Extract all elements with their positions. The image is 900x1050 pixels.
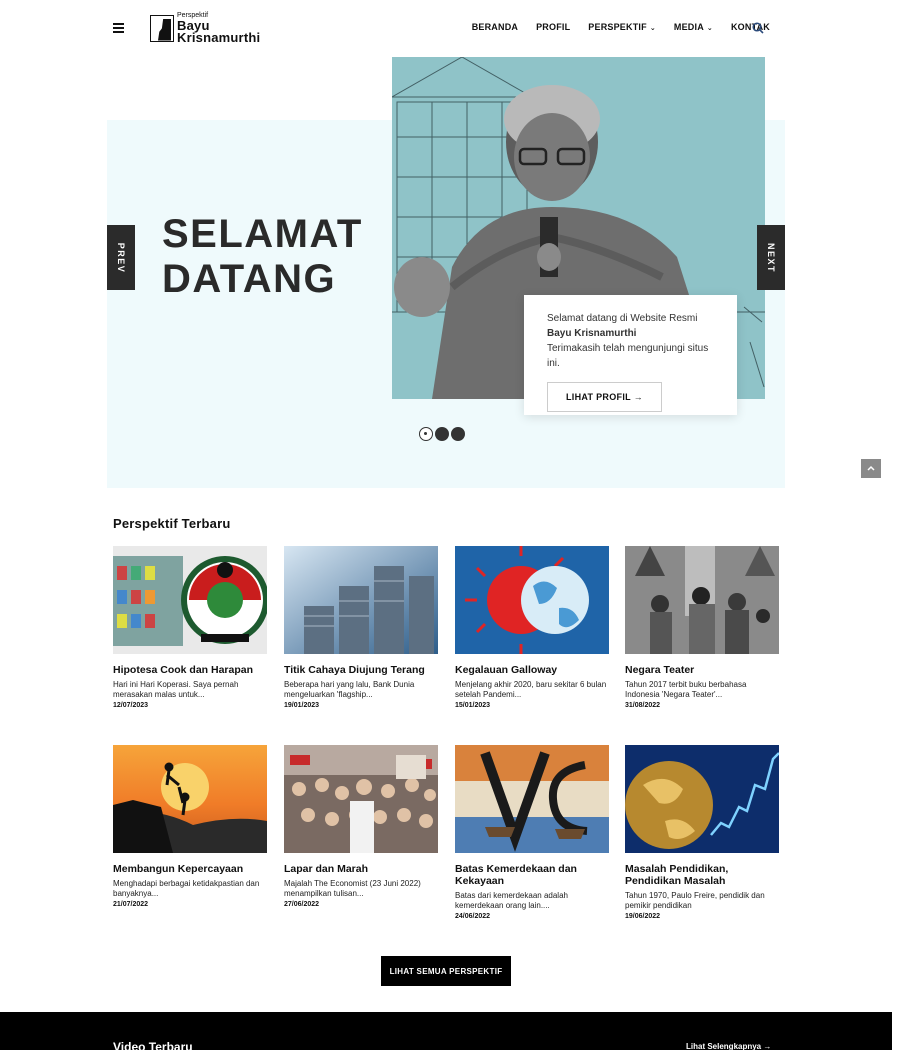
hero-welcome-card: Selamat datang di Website Resmi Bayu Kri… <box>524 295 737 415</box>
article-card: Negara Teater Tahun 2017 terbit buku ber… <box>625 546 779 709</box>
chevron-down-icon: ⌄ <box>706 25 713 32</box>
chevron-up-icon <box>867 465 875 471</box>
article-date: 12/07/2023 <box>113 702 149 709</box>
welcome-text: Selamat datang di Website Resmi <box>547 313 698 324</box>
slider-dot-1[interactable] <box>419 427 433 441</box>
article-excerpt: Menghadapi berbagai ketidakpastian dan b… <box>113 879 260 898</box>
article-excerpt: Batas dari kemerdekaan adalah kemerdekaa… <box>455 891 568 910</box>
prev-slide-button[interactable]: PREV <box>107 225 135 290</box>
view-profile-button[interactable]: LIHAT PROFIL → <box>547 382 662 412</box>
article-title[interactable]: Batas Kemerdekaan dan Kekayaan <box>455 863 609 887</box>
article-excerpt: Menjelang akhir 2020, baru sekitar 6 bul… <box>455 680 607 699</box>
article-title[interactable]: Masalah Pendidikan, Pendidikan Masalah <box>625 863 779 887</box>
article-title[interactable]: Hipotesa Cook dan Harapan <box>113 664 267 676</box>
logo-silhouette-icon <box>150 14 174 42</box>
slider-dot-3[interactable] <box>451 427 465 441</box>
menu-icon[interactable] <box>113 23 124 33</box>
article-card: Membangun Kepercayaan Menghadapi berbaga… <box>113 745 267 908</box>
article-title[interactable]: Membangun Kepercayaan <box>113 863 267 875</box>
article-date: 21/07/2022 <box>113 901 149 908</box>
video-section-title: Video Terbaru <box>113 1040 193 1050</box>
back-to-top-button[interactable] <box>861 459 881 478</box>
video-section: Video Terbaru Lihat Selengkapnya → <box>0 1012 892 1050</box>
site-logo[interactable]: Perspektif Bayu Krisnamurthi <box>150 12 260 44</box>
article-card: Masalah Pendidikan, Pendidikan Masalah T… <box>625 745 779 920</box>
nav-media[interactable]: MEDIA ⌄ <box>674 22 713 32</box>
article-thumbnail[interactable] <box>284 745 438 853</box>
slider-dots <box>419 427 465 441</box>
article-excerpt: Tahun 2017 terbit buku berbahasa Indones… <box>625 680 747 699</box>
article-date: 31/08/2022 <box>625 702 661 709</box>
welcome-name: Bayu Krisnamurthi <box>547 328 637 339</box>
article-date: 15/01/2023 <box>455 702 491 709</box>
article-title[interactable]: Kegalauan Galloway <box>455 664 609 676</box>
nav-beranda[interactable]: BERANDA <box>472 22 518 32</box>
logo-line2: Krisnamurthi <box>177 30 261 45</box>
see-more-link[interactable]: Lihat Selengkapnya → <box>686 1042 771 1050</box>
article-thumbnail[interactable] <box>455 546 609 654</box>
article-thumbnail[interactable] <box>113 546 267 654</box>
article-title[interactable]: Titik Cahaya Diujung Terang <box>284 664 438 676</box>
welcome-thanks: Terimakasih telah mengunjungi situs ini. <box>547 343 709 369</box>
article-date: 19/01/2023 <box>284 702 320 709</box>
article-thumbnail[interactable] <box>455 745 609 853</box>
article-thumbnail[interactable] <box>625 745 779 853</box>
slider-dot-2[interactable] <box>435 427 449 441</box>
article-thumbnail[interactable] <box>284 546 438 654</box>
article-excerpt: Hari ini Hari Koperasi. Saya pernah mera… <box>113 680 239 699</box>
main-nav: BERANDA PROFIL PERSPEKTIF ⌄ MEDIA ⌄ KONTAK <box>454 22 770 32</box>
article-card: Kegalauan Galloway Menjelang akhir 2020,… <box>455 546 609 709</box>
article-thumbnail[interactable] <box>625 546 779 654</box>
article-date: 27/06/2022 <box>284 901 320 908</box>
site-header: Perspektif Bayu Krisnamurthi BERANDA PRO… <box>0 0 900 56</box>
article-date: 19/06/2022 <box>625 913 661 920</box>
article-thumbnail[interactable] <box>113 745 267 853</box>
article-title[interactable]: Lapar dan Marah <box>284 863 438 875</box>
hero-title: SELAMAT DATANG <box>162 212 363 301</box>
article-excerpt: Tahun 1970, Paulo Freire, pendidik dan p… <box>625 891 765 910</box>
article-date: 24/06/2022 <box>455 913 491 920</box>
nav-profil[interactable]: PROFIL <box>536 22 570 32</box>
article-card: Batas Kemerdekaan dan Kekayaan Batas dar… <box>455 745 609 920</box>
search-icon[interactable] <box>752 22 764 34</box>
nav-kontak[interactable]: KONTAK <box>731 22 770 32</box>
section-title: Perspektif Terbaru <box>113 516 231 531</box>
article-card: Hipotesa Cook dan Harapan Hari ini Hari … <box>113 546 267 709</box>
article-card: Titik Cahaya Diujung Terang Beberapa har… <box>284 546 438 709</box>
logo-text: Perspektif Bayu Krisnamurthi <box>177 12 260 44</box>
chevron-down-icon: ⌄ <box>649 25 656 32</box>
article-excerpt: Beberapa hari yang lalu, Bank Dunia meng… <box>284 680 415 699</box>
nav-perspektif[interactable]: PERSPEKTIF ⌄ <box>588 22 656 32</box>
view-all-perspectives-button[interactable]: LIHAT SEMUA PERSPEKTIF <box>381 956 511 986</box>
article-excerpt: Majalah The Economist (23 Juni 2022) men… <box>284 879 421 898</box>
article-card: Lapar dan Marah Majalah The Economist (2… <box>284 745 438 908</box>
next-slide-button[interactable]: NEXT <box>757 225 785 290</box>
article-title[interactable]: Negara Teater <box>625 664 779 676</box>
